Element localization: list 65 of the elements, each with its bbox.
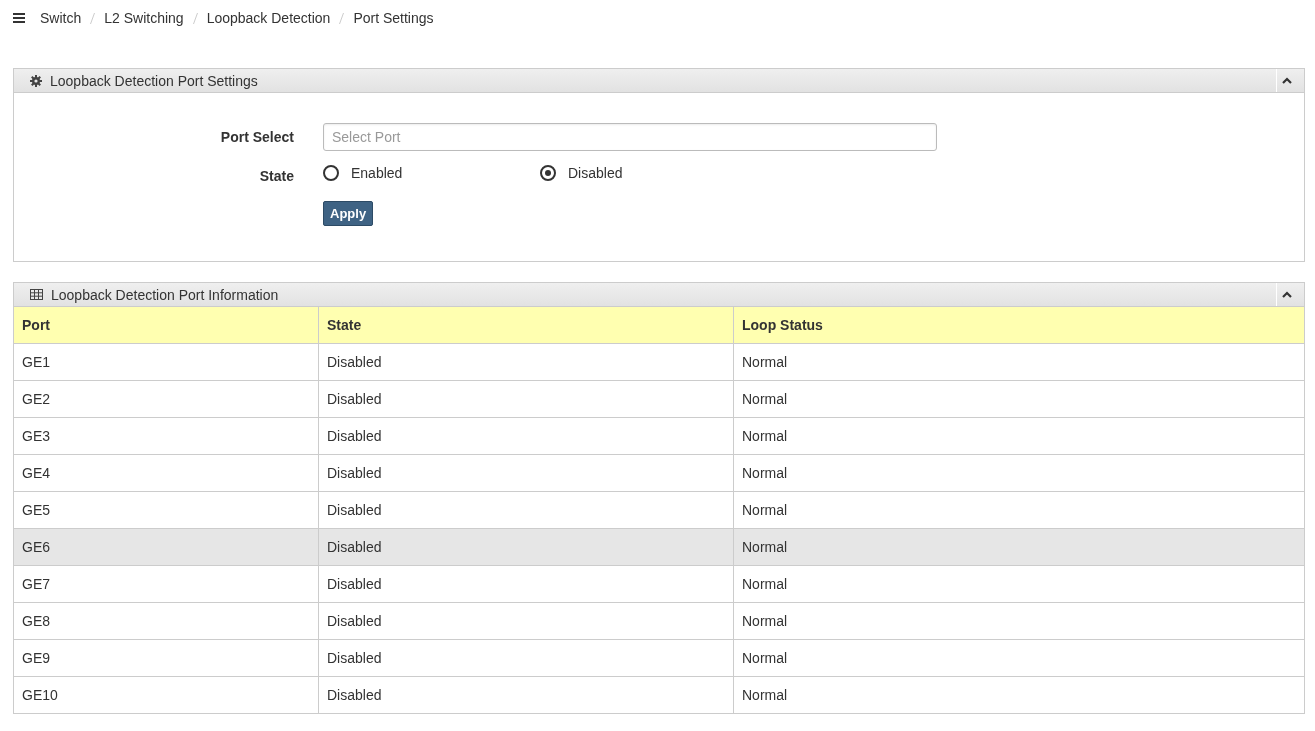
field-label: State	[258, 167, 295, 184]
table-cell: GE6	[14, 528, 319, 566]
slash-separator-icon	[90, 12, 96, 24]
table-cell: Normal	[733, 454, 1304, 492]
table-cell: GE5	[14, 491, 319, 529]
table-cell: GE8	[14, 602, 319, 640]
table-cell: Normal	[733, 343, 1304, 381]
table-row[interactable]: GE7 Disabled Normal	[14, 565, 1304, 603]
table-cell: Disabled	[318, 380, 734, 418]
table-cell: GE3	[14, 417, 319, 455]
table-cell: GE9	[14, 639, 319, 677]
table-cell: Normal	[733, 491, 1304, 529]
breadcrumb-item: Port Settings	[353, 10, 434, 26]
radio-label[interactable]: Disabled	[568, 165, 623, 181]
radio-label[interactable]: Enabled	[351, 165, 403, 181]
table-cell: GE10	[14, 676, 319, 713]
slash-separator-icon	[192, 12, 198, 24]
table-cell: Disabled	[318, 417, 734, 455]
table-row[interactable]: GE3 Disabled Normal	[14, 417, 1304, 455]
table-cell: Normal	[733, 528, 1304, 566]
column-header: Port	[14, 307, 319, 344]
apply-button[interactable]: Apply	[323, 201, 374, 226]
table-cell: Normal	[733, 565, 1304, 603]
table-cell: Normal	[733, 602, 1304, 640]
panel-title: Loopback Detection Port Settings	[50, 72, 259, 89]
breadcrumb-item[interactable]: Switch	[40, 10, 82, 26]
table-cell: Disabled	[318, 343, 734, 381]
radio-button[interactable]	[540, 165, 556, 181]
table-cell: Disabled	[318, 454, 734, 492]
table-icon	[30, 289, 43, 300]
table-cell: Disabled	[318, 602, 734, 640]
column-header: Loop Status	[733, 307, 1304, 344]
table-row[interactable]: GE10 Disabled Normal	[14, 676, 1304, 713]
table-cell: GE7	[14, 565, 319, 603]
table-row[interactable]: GE9 Disabled Normal	[14, 639, 1304, 677]
table-row[interactable]: GE6 Disabled Normal	[14, 528, 1304, 566]
table-cell: Disabled	[318, 565, 734, 603]
table-cell: Disabled	[318, 528, 734, 566]
table-cell: Normal	[733, 380, 1304, 418]
table-cell: Disabled	[318, 639, 734, 677]
table-cell: Disabled	[318, 491, 734, 529]
field-label: Port Select	[219, 129, 295, 145]
chevron-up-icon	[1281, 77, 1292, 84]
breadcrumb-item[interactable]: Loopback Detection	[206, 10, 331, 26]
table-row[interactable]: GE2 Disabled Normal	[14, 380, 1304, 418]
menu-icon[interactable]	[13, 13, 25, 23]
table-cell: GE2	[14, 380, 319, 418]
radio-button[interactable]	[323, 165, 339, 181]
table-cell: GE4	[14, 454, 319, 492]
table-cell: Normal	[733, 639, 1304, 677]
table-cell: Disabled	[318, 676, 734, 713]
gear-icon	[30, 74, 42, 87]
table-row[interactable]: GE8 Disabled Normal	[14, 602, 1304, 640]
table-row[interactable]: GE5 Disabled Normal	[14, 491, 1304, 529]
port-select-field[interactable]: Select Port	[323, 123, 937, 151]
panel-title: Loopback Detection Port Information	[51, 286, 280, 303]
table-row[interactable]: GE4 Disabled Normal	[14, 454, 1304, 492]
breadcrumb-item[interactable]: L2 Switching	[104, 10, 184, 26]
slash-separator-icon	[339, 12, 345, 24]
table-row[interactable]: GE1 Disabled Normal	[14, 343, 1304, 381]
column-header: State	[318, 307, 734, 344]
chevron-up-icon	[1281, 291, 1292, 298]
table-cell: GE1	[14, 343, 319, 381]
table-cell: Normal	[733, 417, 1304, 455]
table-cell: Normal	[733, 676, 1304, 713]
